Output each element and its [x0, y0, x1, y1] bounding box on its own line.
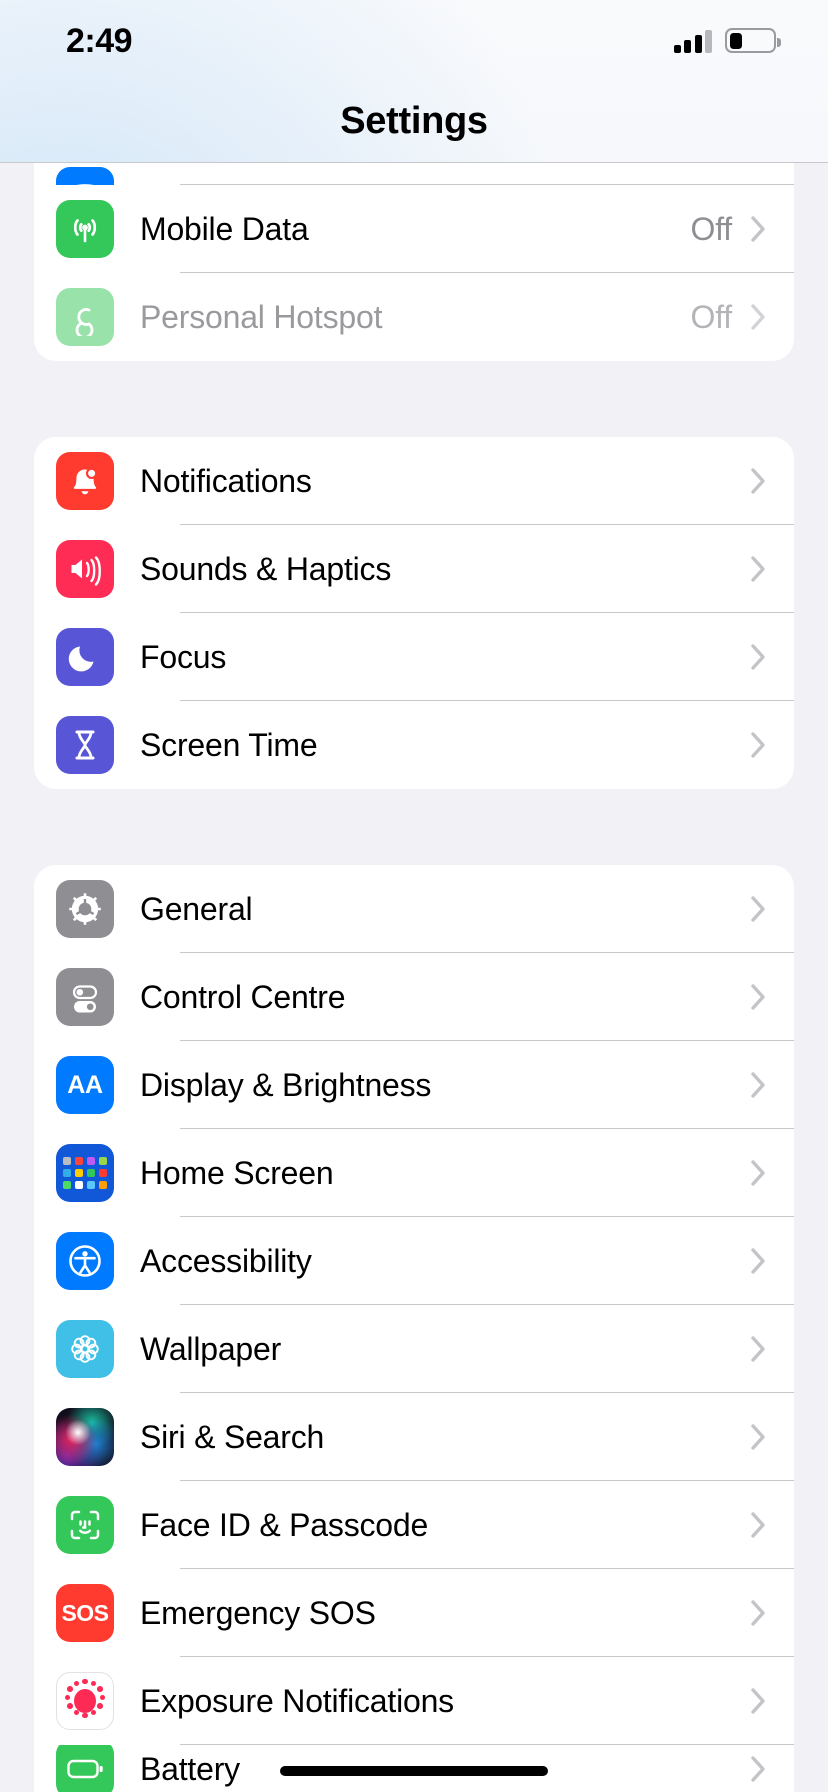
- bell-icon: [56, 452, 114, 510]
- wifi-icon: [56, 167, 114, 185]
- row-value: Off: [690, 298, 733, 335]
- battery-settings-icon: [56, 1745, 114, 1792]
- chevron-right-icon: [750, 642, 768, 672]
- navigation-header: 2:49 Settings: [0, 0, 828, 163]
- row-wifi-partial[interactable]: [34, 163, 794, 185]
- row-focus[interactable]: Focus: [34, 613, 794, 701]
- row-label: Battery: [140, 1750, 240, 1787]
- row-home-screen[interactable]: Home Screen: [34, 1129, 794, 1217]
- chevron-right-icon: [750, 302, 768, 332]
- row-display-brightness[interactable]: AA Display & Brightness: [34, 1041, 794, 1129]
- status-bar-time: 2:49: [66, 22, 133, 60]
- row-exposure-notifications[interactable]: Exposure Notifications: [34, 1657, 794, 1745]
- accessibility-icon: [56, 1232, 114, 1290]
- chevron-right-icon: [750, 1598, 768, 1628]
- row-label: Focus: [140, 638, 227, 675]
- row-label: Face ID & Passcode: [140, 1506, 429, 1543]
- chevron-right-icon: [750, 1158, 768, 1188]
- row-label: Exposure Notifications: [140, 1682, 454, 1719]
- chevron-right-icon: [750, 982, 768, 1012]
- sos-glyph: SOS: [61, 1599, 109, 1626]
- row-face-id-passcode[interactable]: Face ID & Passcode: [34, 1481, 794, 1569]
- row-label: Notifications: [140, 462, 312, 499]
- chevron-right-icon: [750, 1422, 768, 1452]
- row-siri-search[interactable]: Siri & Search: [34, 1393, 794, 1481]
- siri-orb-icon: [56, 1408, 114, 1466]
- hourglass-icon: [56, 716, 114, 774]
- settings-list[interactable]: Mobile Data Off Personal Hotspot Off Not…: [0, 163, 828, 1792]
- row-accessibility[interactable]: Accessibility: [34, 1217, 794, 1305]
- row-label: Emergency SOS: [140, 1594, 376, 1631]
- row-label: Personal Hotspot: [140, 298, 383, 335]
- notifications-group: Notifications Sounds & Haptics Focus Scr…: [34, 437, 794, 789]
- chevron-right-icon: [750, 1754, 768, 1784]
- page-title: Settings: [340, 100, 488, 142]
- status-bar-indicators: [673, 28, 781, 53]
- row-label: Accessibility: [140, 1242, 312, 1279]
- row-notifications[interactable]: Notifications: [34, 437, 794, 525]
- aa-glyph: AA: [67, 1070, 103, 1099]
- chevron-right-icon: [750, 894, 768, 924]
- chevron-right-icon: [750, 466, 768, 496]
- row-label: Screen Time: [140, 726, 318, 763]
- flower-icon: [56, 1320, 114, 1378]
- row-personal-hotspot[interactable]: Personal Hotspot Off: [34, 273, 794, 361]
- exposure-dots-icon: [56, 1672, 114, 1730]
- chevron-right-icon: [750, 1686, 768, 1716]
- battery-icon: [725, 28, 781, 53]
- chevron-right-icon: [750, 730, 768, 760]
- gear-icon: [56, 880, 114, 938]
- system-group: General Control Centre AA Display & Brig…: [34, 865, 794, 1792]
- personal-hotspot-icon: [56, 288, 114, 346]
- home-indicator[interactable]: [280, 1766, 548, 1776]
- row-label: Sounds & Haptics: [140, 550, 392, 587]
- row-general[interactable]: General: [34, 865, 794, 953]
- face-id-icon: [56, 1496, 114, 1554]
- toggles-icon: [56, 968, 114, 1026]
- chevron-right-icon: [750, 1334, 768, 1364]
- row-label: Display & Brightness: [140, 1066, 432, 1103]
- chevron-right-icon: [750, 214, 768, 244]
- mobile-data-icon: [56, 200, 114, 258]
- sos-icon: SOS: [56, 1584, 114, 1642]
- row-label: Mobile Data: [140, 210, 309, 247]
- chevron-right-icon: [750, 1246, 768, 1276]
- speaker-icon: [56, 540, 114, 598]
- aa-text-icon: AA: [56, 1056, 114, 1114]
- exposure-dot-ring: [62, 1678, 108, 1724]
- row-label: Control Centre: [140, 978, 346, 1015]
- row-label: Siri & Search: [140, 1418, 325, 1455]
- row-label: Wallpaper: [140, 1330, 282, 1367]
- app-grid-dots: [63, 1157, 107, 1189]
- cellular-signal-icon: [673, 29, 712, 53]
- moon-icon: [56, 628, 114, 686]
- chevron-right-icon: [750, 1510, 768, 1540]
- row-emergency-sos[interactable]: SOS Emergency SOS: [34, 1569, 794, 1657]
- connectivity-group: Mobile Data Off Personal Hotspot Off: [34, 163, 794, 361]
- chevron-right-icon: [750, 1070, 768, 1100]
- row-value: Off: [690, 210, 733, 247]
- chevron-right-icon: [750, 554, 768, 584]
- settings-screen: 2:49 Settings Mobile Data Off Personal H…: [0, 0, 828, 1792]
- row-wallpaper[interactable]: Wallpaper: [34, 1305, 794, 1393]
- row-sounds-haptics[interactable]: Sounds & Haptics: [34, 525, 794, 613]
- row-label: Home Screen: [140, 1154, 334, 1191]
- row-control-centre[interactable]: Control Centre: [34, 953, 794, 1041]
- app-grid-icon: [56, 1144, 114, 1202]
- row-label: General: [140, 890, 253, 927]
- status-bar: 2:49: [0, 0, 828, 84]
- row-mobile-data[interactable]: Mobile Data Off: [34, 185, 794, 273]
- row-screen-time[interactable]: Screen Time: [34, 701, 794, 789]
